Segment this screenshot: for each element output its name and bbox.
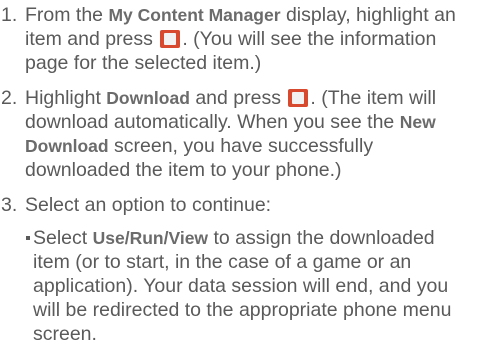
step-number: 2. bbox=[1, 87, 18, 109]
step-number: 3. bbox=[1, 194, 18, 216]
square-bullet-icon bbox=[24, 226, 33, 346]
step-text: From the My Content Manager display, hig… bbox=[25, 4, 456, 74]
instruction-steps: 1. From the My Content Manager display, … bbox=[0, 3, 483, 346]
step-3-option: Select Use/Run/View to assign the downlo… bbox=[0, 226, 483, 346]
term-download: Download bbox=[106, 88, 190, 108]
term-use-run-view: Use/Run/View bbox=[92, 228, 209, 248]
step-1: 1. From the My Content Manager display, … bbox=[0, 3, 483, 75]
step-text: Highlight Download and press . (The item… bbox=[25, 87, 437, 181]
step-text: Select an option to continue: bbox=[25, 194, 272, 216]
step-2: 2. Highlight Download and press . (The i… bbox=[0, 86, 483, 182]
option-text: Select Use/Run/View to assign the downlo… bbox=[33, 227, 452, 345]
term-my-content-manager: My Content Manager bbox=[108, 5, 281, 25]
center-select-key-icon bbox=[160, 30, 181, 48]
step-3: 3. Select an option to continue: bbox=[0, 193, 483, 217]
center-select-key-icon bbox=[288, 89, 309, 107]
step-number: 1. bbox=[1, 4, 18, 26]
